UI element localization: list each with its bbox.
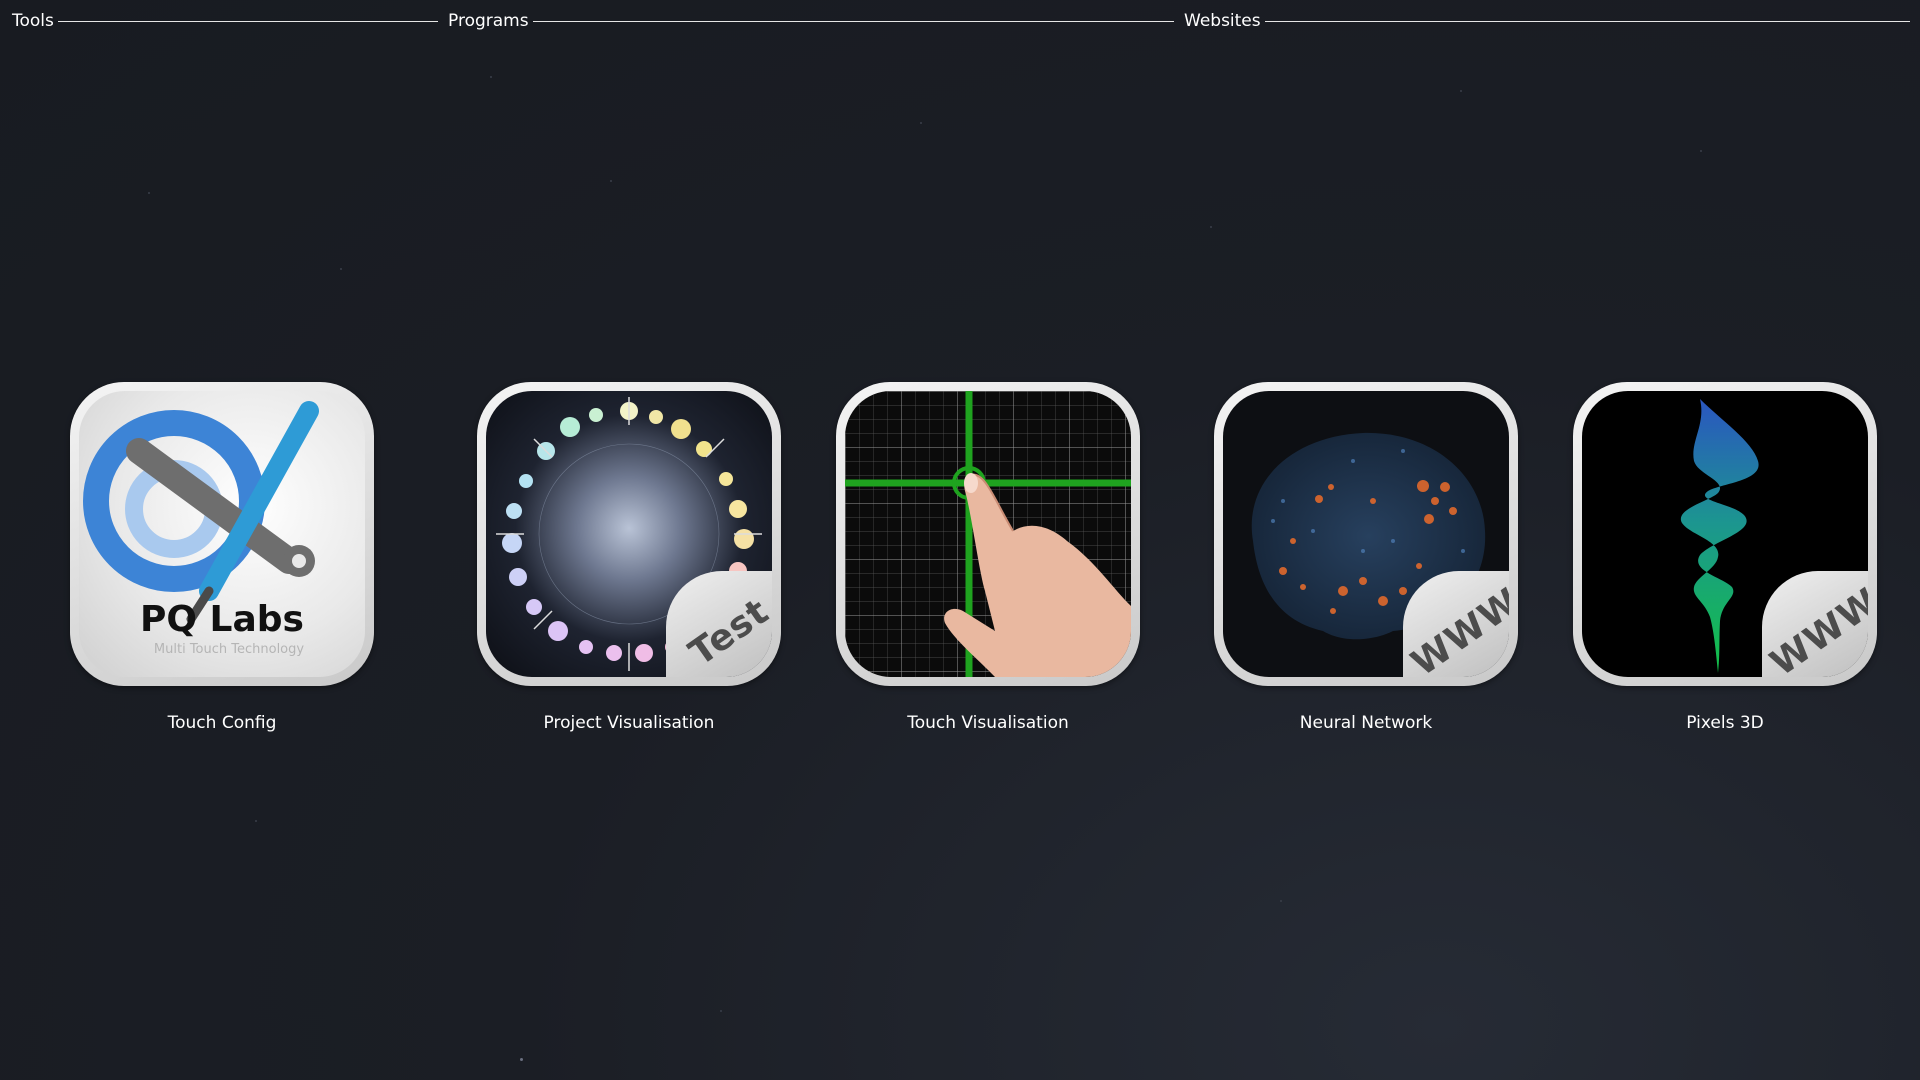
www-badge-text: WWW [1404,580,1509,677]
background-star [1210,226,1212,228]
tile-project-visualisation[interactable]: Test Project Visualisation [477,382,781,733]
section-divider [1264,20,1910,22]
section-divider [57,20,438,22]
background-star [255,820,257,822]
tile-pixels-3d[interactable]: WWW Pixels 3D [1573,382,1877,733]
section-websites-label: Websites [1184,11,1261,31]
tile-frame[interactable] [836,382,1140,686]
tile-label: Touch Visualisation [907,713,1069,733]
section-tools-label: Tools [12,11,54,31]
background-star [1280,900,1282,902]
pixels-3d-icon[interactable]: WWW [1582,391,1868,677]
touch-grid-finger-icon[interactable] [845,391,1131,677]
tile-label: Pixels 3D [1686,713,1764,733]
tile-neural-network[interactable]: WWW Neural Network [1214,382,1518,733]
www-badge: WWW [1762,571,1868,677]
tile-touch-config[interactable]: PQ Labs Multi Touch Technology Touch Con… [70,382,374,733]
section-websites: Websites [1184,8,1910,34]
tile-label: Touch Config [167,713,277,733]
tile-frame[interactable]: WWW [1573,382,1877,686]
tile-touch-visualisation[interactable]: Touch Visualisation [836,382,1140,733]
tile-frame[interactable]: WWW [1214,382,1518,686]
tile-frame[interactable]: PQ Labs Multi Touch Technology [70,382,374,686]
neural-network-icon[interactable]: WWW [1223,391,1509,677]
background-star [1700,150,1702,152]
test-badge: Test [666,571,772,677]
background-star [920,122,922,124]
pq-labs-tools-icon[interactable]: PQ Labs Multi Touch Technology [79,391,365,677]
tile-label: Project Visualisation [543,713,715,733]
background-star [148,192,150,194]
background-star [720,1010,722,1012]
section-tools: Tools [12,8,438,34]
section-programs-label: Programs [448,11,529,31]
pq-logo-text: PQ Labs [140,599,304,640]
section-divider [532,20,1174,22]
background-star [610,180,612,182]
pq-logo-subtext: Multi Touch Technology [154,642,304,657]
background-star [340,268,342,270]
background-star [1460,90,1462,92]
tile-frame[interactable]: Test [477,382,781,686]
project-visualisation-icon[interactable]: Test [486,391,772,677]
section-programs: Programs [448,8,1174,34]
test-badge-text: Test [681,590,772,674]
background-star [520,1058,523,1061]
www-badge-text: WWW [1763,580,1868,677]
www-badge: WWW [1403,571,1509,677]
background-star [490,76,492,78]
tile-label: Neural Network [1299,713,1433,733]
